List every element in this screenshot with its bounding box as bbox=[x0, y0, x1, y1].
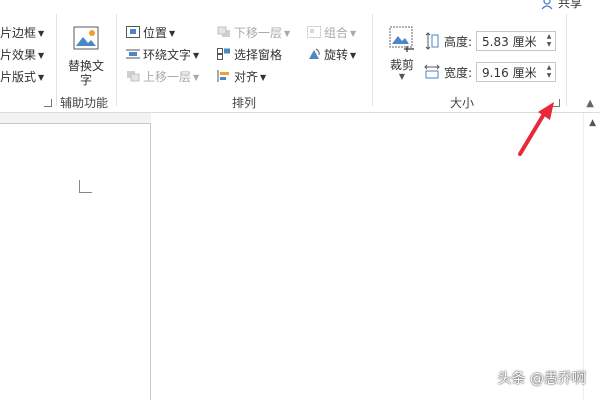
selection-pane-button[interactable]: 选择窗格 bbox=[217, 46, 282, 64]
position-label: 位置 bbox=[143, 26, 168, 40]
position-icon bbox=[126, 26, 140, 38]
group-divider bbox=[56, 14, 57, 106]
shape-height-icon bbox=[425, 32, 439, 50]
word-window: 共享 片边框 ▼ 片效果 ▼ 片版式 ▼ 替换文字 辅助功能 位置 ▼ 环绕文字… bbox=[0, 0, 600, 400]
group-objects-icon bbox=[307, 26, 321, 38]
bring-forward-label: 上移一层 bbox=[143, 70, 192, 84]
align-icon bbox=[217, 70, 229, 82]
picture-border-label: 片边框 bbox=[0, 26, 37, 40]
chevron-down-icon: ▼ bbox=[260, 72, 267, 82]
alt-text-button[interactable]: 替换文字 bbox=[68, 24, 104, 87]
chevron-down-icon: ▼ bbox=[38, 72, 45, 82]
align-label: 对齐 bbox=[234, 70, 259, 84]
width-spinner[interactable]: 9.16 厘米 ▲ ▼ bbox=[476, 62, 557, 82]
spinner-arrows-icon[interactable]: ▲ ▼ bbox=[543, 33, 555, 49]
height-row: 高度: 5.83 厘米 ▲ ▼ bbox=[424, 30, 557, 52]
picture-effects-dropdown[interactable]: 片效果 ▼ bbox=[0, 46, 44, 64]
selection-pane-icon bbox=[217, 48, 230, 60]
group-divider bbox=[116, 14, 117, 106]
scroll-up-icon[interactable]: ▲ bbox=[589, 118, 596, 128]
picture-border-dropdown[interactable]: 片边框 ▼ bbox=[0, 24, 44, 42]
chevron-down-icon: ▼ bbox=[350, 50, 357, 60]
rotate-icon bbox=[309, 48, 320, 59]
group-divider bbox=[566, 14, 567, 106]
wrap-text-dropdown[interactable]: 环绕文字 ▼ bbox=[126, 46, 199, 64]
collapse-ribbon-icon[interactable]: ▲ bbox=[586, 98, 594, 109]
picture-layout-dropdown[interactable]: 片版式 ▼ bbox=[0, 68, 44, 86]
vertical-scrollbar[interactable] bbox=[583, 113, 600, 400]
chevron-down-icon: ▼ bbox=[193, 72, 200, 82]
crop-button[interactable]: 裁剪 ▼ bbox=[386, 24, 418, 81]
width-value[interactable]: 9.16 厘米 bbox=[482, 64, 537, 81]
arrange-group-label: 排列 bbox=[232, 96, 257, 110]
wrap-text-icon bbox=[126, 49, 140, 59]
height-value[interactable]: 5.83 厘米 bbox=[482, 33, 537, 50]
chevron-down-icon: ▼ bbox=[398, 72, 406, 81]
chevron-down-icon: ▼ bbox=[38, 50, 45, 60]
chevron-down-icon: ▼ bbox=[193, 50, 200, 60]
share-label: 共享 bbox=[557, 0, 582, 10]
crop-label: 裁剪 bbox=[389, 58, 414, 72]
chevron-down-icon: ▼ bbox=[284, 28, 291, 38]
rotate-dropdown[interactable]: 旋转 ▼ bbox=[307, 46, 356, 64]
group-divider bbox=[372, 14, 373, 106]
send-backward-icon bbox=[217, 26, 230, 37]
share-person-icon bbox=[541, 0, 553, 9]
chevron-down-icon: ▼ bbox=[350, 28, 357, 38]
chevron-down-icon: ▼ bbox=[169, 28, 176, 38]
send-backward-label: 下移一层 bbox=[234, 26, 283, 40]
size-group-label: 大小 bbox=[450, 96, 475, 110]
position-dropdown[interactable]: 位置 ▼ bbox=[126, 24, 175, 42]
shape-width-icon bbox=[424, 64, 440, 79]
margin-corner-mark bbox=[79, 180, 92, 193]
send-backward-dropdown[interactable]: 下移一层 ▼ bbox=[217, 24, 290, 42]
bring-forward-dropdown[interactable]: 上移一层 ▼ bbox=[126, 68, 199, 86]
height-label: 高度: bbox=[444, 34, 473, 49]
selection-pane-label: 选择窗格 bbox=[234, 48, 283, 62]
picture-alt-text-icon bbox=[73, 26, 99, 50]
annotation-arrow-icon bbox=[518, 102, 554, 156]
height-spinner[interactable]: 5.83 厘米 ▲ ▼ bbox=[476, 31, 557, 51]
accessibility-group-label: 辅助功能 bbox=[60, 96, 109, 110]
chevron-down-icon: ▼ bbox=[38, 28, 45, 38]
alt-text-label: 替换文字 bbox=[68, 59, 105, 87]
picture-effects-label: 片效果 bbox=[0, 48, 37, 62]
group-label: 组合 bbox=[324, 26, 349, 40]
width-label: 宽度: bbox=[444, 65, 473, 80]
wrap-text-label: 环绕文字 bbox=[143, 48, 192, 62]
spinner-arrows-icon[interactable]: ▲ ▼ bbox=[543, 64, 555, 80]
bring-forward-icon bbox=[127, 71, 140, 82]
share-button[interactable]: 共享 bbox=[541, 0, 582, 11]
document-area bbox=[0, 113, 600, 400]
rotate-label: 旋转 bbox=[324, 48, 349, 62]
picture-layout-label: 片版式 bbox=[0, 70, 37, 84]
document-page[interactable] bbox=[0, 123, 151, 400]
picture-styles-launcher-icon[interactable] bbox=[44, 99, 52, 107]
align-dropdown[interactable]: 对齐 ▼ bbox=[217, 68, 266, 86]
ribbon: 共享 片边框 ▼ 片效果 ▼ 片版式 ▼ 替换文字 辅助功能 位置 ▼ 环绕文字… bbox=[0, 0, 600, 113]
group-dropdown[interactable]: 组合 ▼ bbox=[307, 24, 356, 42]
width-row: 宽度: 9.16 厘米 ▲ ▼ bbox=[424, 61, 557, 83]
crop-icon bbox=[389, 26, 414, 52]
watermark: 头条 @愚乔啊 bbox=[497, 371, 586, 387]
